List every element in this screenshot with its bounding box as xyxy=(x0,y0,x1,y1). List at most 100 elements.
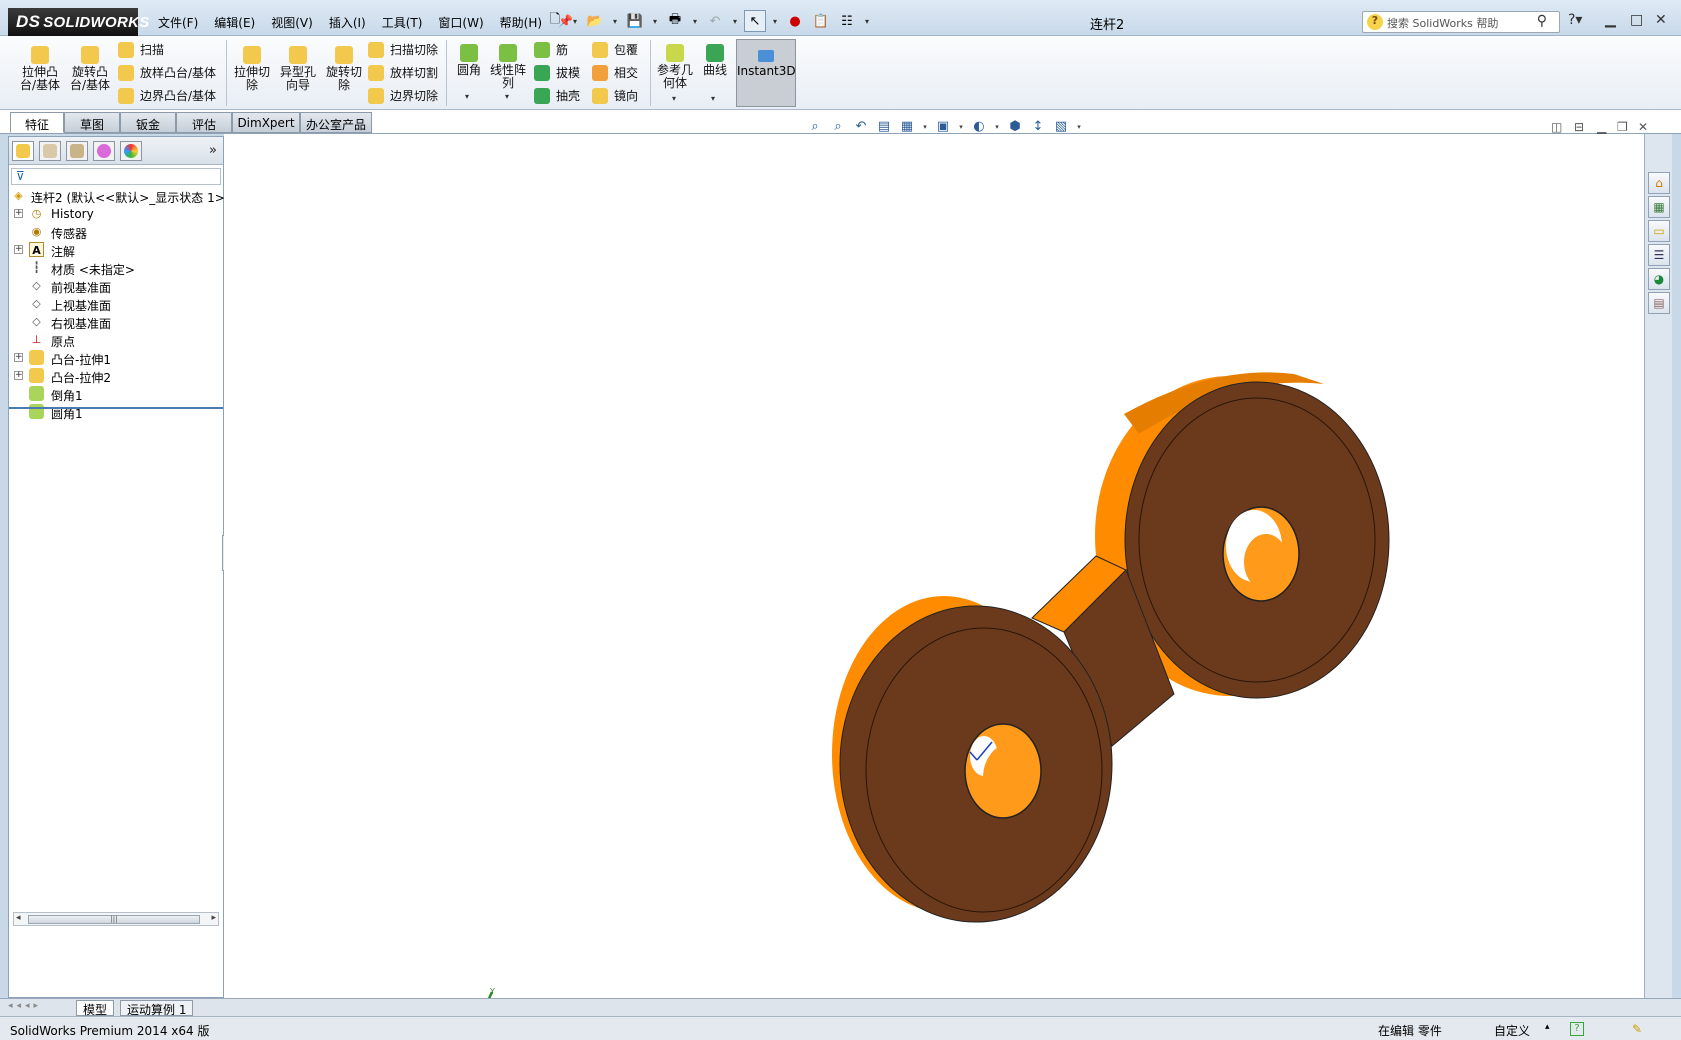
menu-file[interactable]: 文件(F) xyxy=(150,10,206,34)
select-pointer-icon[interactable]: ↖ xyxy=(744,10,766,32)
tree-item-boss-extrude1[interactable]: + 凸台-拉伸1 xyxy=(9,349,223,367)
display-manager-tab[interactable] xyxy=(120,141,142,161)
intersect-button[interactable]: 相交 xyxy=(592,64,638,81)
mirror-button[interactable]: 镜向 xyxy=(592,87,638,104)
previous-view-icon[interactable]: ↶ xyxy=(852,118,870,136)
menu-insert[interactable]: 插入(I) xyxy=(321,10,374,34)
undo-icon[interactable]: ↶ xyxy=(704,10,726,32)
rebuild-traffic-light-icon[interactable]: ● xyxy=(784,10,806,32)
dimxpert-manager-tab[interactable] xyxy=(93,141,115,161)
split-horizontal-icon[interactable]: ⊟ xyxy=(1574,120,1584,134)
tree-item-sensors[interactable]: ◉ 传感器 xyxy=(9,223,223,241)
revolve-cut-button[interactable]: 旋转切 除 xyxy=(322,46,366,92)
open-dropdown-icon[interactable]: ▾ xyxy=(610,17,620,26)
appearances-scenes-icon[interactable]: ◕ xyxy=(1648,268,1670,290)
expand-icon[interactable]: + xyxy=(14,209,23,218)
shell-button[interactable]: 抽壳 xyxy=(534,87,580,104)
open-folder-icon[interactable]: 📂 xyxy=(584,10,606,32)
view-triad-icon[interactable]: Y X Z xyxy=(479,987,498,1040)
rebuild-status-icon[interactable]: ✎ xyxy=(1632,1022,1642,1036)
section-view-icon[interactable]: ▤ xyxy=(875,118,893,136)
options-dropdown-icon[interactable]: ▾ xyxy=(862,17,872,26)
fillet-dropdown-icon[interactable]: ▾ xyxy=(465,92,469,101)
expand-icon[interactable]: + xyxy=(14,371,23,380)
lofted-cut-button[interactable]: 放样切割 xyxy=(368,64,438,81)
solidworks-resources-icon[interactable]: ⌂ xyxy=(1648,172,1670,194)
wrap-button[interactable]: 包覆 xyxy=(592,41,638,58)
model-render[interactable]: Y X Z xyxy=(224,134,1644,1040)
expand-icon[interactable]: + xyxy=(14,245,23,254)
custom-properties-icon[interactable]: ▤ xyxy=(1648,292,1670,314)
loft-boss-button[interactable]: 放样凸台/基体 xyxy=(118,64,216,81)
tree-item-top-plane[interactable]: ◇ 上视基准面 xyxy=(9,295,223,313)
tree-item-front-plane[interactable]: ◇ 前视基准面 xyxy=(9,277,223,295)
maximize-icon[interactable]: □ xyxy=(1630,12,1643,28)
print-dropdown-icon[interactable]: ▾ xyxy=(690,17,700,26)
view-dropdown-icon[interactable]: ▾ xyxy=(921,118,929,136)
hole-wizard-button[interactable]: 异型孔 向导 xyxy=(276,46,320,92)
tab-nav-arrows-icon[interactable]: ◂◂◂▸ xyxy=(8,1001,42,1011)
new-dropdown-icon[interactable]: ▾ xyxy=(570,17,580,26)
tree-item-annotations[interactable]: + A 注解 xyxy=(9,241,223,259)
sweep-button[interactable]: 扫描 xyxy=(118,41,164,58)
apply-scene-icon[interactable]: ▧ xyxy=(1052,118,1070,136)
scroll-left-icon[interactable]: ◂ xyxy=(16,913,21,923)
instant3d-button[interactable]: Instant3D xyxy=(736,39,796,107)
revolve-boss-button[interactable]: 旋转凸 台/基体 xyxy=(64,46,116,92)
tab-motion-study[interactable]: 运动算例 1 xyxy=(120,1000,194,1017)
search-icon[interactable]: ⚲ xyxy=(1537,13,1547,29)
menu-tools[interactable]: 工具(T) xyxy=(374,10,431,34)
rollback-bar[interactable] xyxy=(9,407,223,409)
tree-item-boss-extrude2[interactable]: + 凸台-拉伸2 xyxy=(9,367,223,385)
menu-view[interactable]: 视图(V) xyxy=(263,10,321,34)
feature-manager-tab[interactable] xyxy=(12,141,34,161)
print-icon[interactable]: 🖶 xyxy=(664,10,686,32)
doc-close-icon[interactable]: ✕ xyxy=(1638,120,1648,134)
units-dropdown-icon[interactable]: ▴ xyxy=(1545,1022,1550,1032)
select-dropdown-icon[interactable]: ▾ xyxy=(770,17,780,26)
menu-window[interactable]: 窗口(W) xyxy=(430,10,491,34)
options-icon[interactable]: ☷ xyxy=(836,10,858,32)
reference-geometry-button[interactable]: 参考几 何体 xyxy=(654,44,696,90)
scroll-right-icon[interactable]: ▸ xyxy=(211,913,216,923)
swept-cut-button[interactable]: 扫描切除 xyxy=(368,41,438,58)
doc-restore-icon[interactable]: ❐ xyxy=(1617,120,1628,134)
scrollbar-thumb[interactable]: ||| xyxy=(28,915,200,924)
design-library-icon[interactable]: ▦ xyxy=(1648,196,1670,218)
tab-features[interactable]: 特征 xyxy=(10,112,64,133)
extrude-cut-button[interactable]: 拉伸切 除 xyxy=(230,46,274,92)
boundary-boss-button[interactable]: 边界凸台/基体 xyxy=(118,87,216,104)
fillet-button[interactable]: 圆角 xyxy=(452,44,486,77)
expand-panel-icon[interactable]: » xyxy=(209,143,217,158)
tree-item-origin[interactable]: ⊥ 原点 xyxy=(9,331,223,349)
curves-button[interactable]: 曲线 xyxy=(698,44,732,77)
scene-dropdown-icon[interactable]: ▾ xyxy=(1075,118,1083,136)
file-explorer-icon[interactable]: ▭ xyxy=(1648,220,1670,242)
tree-item-fillet1[interactable]: 圆角1 xyxy=(9,403,223,421)
edit-appearance-icon[interactable]: ↕ xyxy=(1029,118,1047,136)
doc-minimize-icon[interactable]: ▁ xyxy=(1597,120,1606,134)
solidworks-logo[interactable]: DS SOLIDWORKS xyxy=(8,8,149,36)
display-style-icon[interactable]: ◐ xyxy=(970,118,988,136)
tab-office-products[interactable]: 办公室产品 xyxy=(300,112,372,133)
draft-button[interactable]: 拔模 xyxy=(534,64,580,81)
menu-help[interactable]: 帮助(H) xyxy=(492,10,550,34)
dynamic-annotation-icon[interactable]: ▦ xyxy=(898,118,916,136)
hide-show-items-icon[interactable]: ⬢ xyxy=(1006,118,1024,136)
tab-dimxpert[interactable]: DimXpert xyxy=(232,112,300,133)
view-palette-icon[interactable]: ☰ xyxy=(1648,244,1670,266)
property-manager-tab[interactable] xyxy=(39,141,61,161)
tab-sketch[interactable]: 草图 xyxy=(64,112,120,133)
quick-tips-icon[interactable]: ? xyxy=(1570,1022,1584,1036)
unit-system-selector[interactable]: 自定义 xyxy=(1494,1022,1530,1039)
menu-edit[interactable]: 编辑(E) xyxy=(206,10,263,34)
display-dropdown-icon[interactable]: ▾ xyxy=(993,118,1001,136)
view-orientation-icon[interactable]: ▣ xyxy=(934,118,952,136)
configuration-manager-tab[interactable] xyxy=(66,141,88,161)
close-icon[interactable]: ✕ xyxy=(1655,12,1667,28)
tree-item-material[interactable]: ┇ 材质 <未指定> xyxy=(9,259,223,277)
tab-evaluate[interactable]: 评估 xyxy=(176,112,232,133)
help-search-input[interactable]: ? 搜索 SolidWorks 帮助 ⚲ xyxy=(1362,11,1560,33)
tree-filter-input[interactable]: ⊽ xyxy=(11,168,221,185)
save-dropdown-icon[interactable]: ▾ xyxy=(650,17,660,26)
